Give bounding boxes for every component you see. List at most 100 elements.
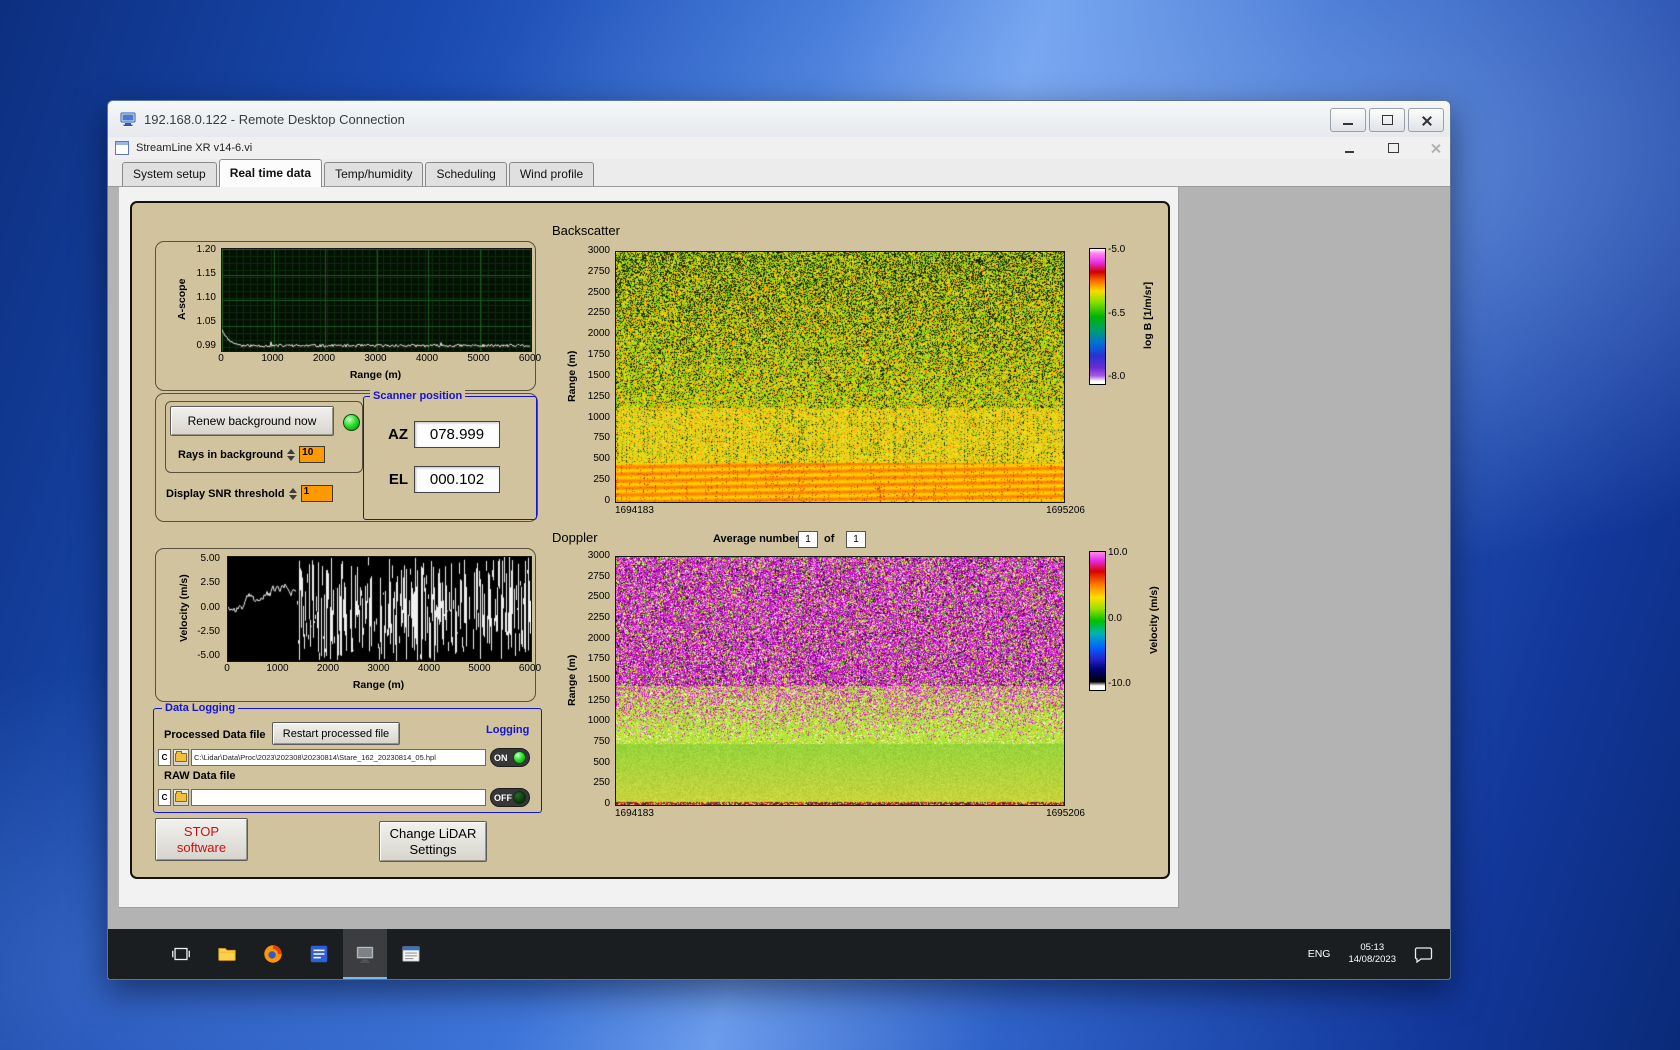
snr-value-field[interactable]: 1 — [300, 485, 333, 502]
velocity-plot — [227, 556, 532, 662]
notification-center-icon[interactable] — [1414, 946, 1433, 963]
tick-label: 1000 — [266, 663, 289, 674]
tab[interactable]: System setup — [122, 162, 217, 186]
browse-processed-file-button[interactable] — [173, 749, 189, 766]
processed-path-field[interactable]: C:\Lidar\Data\Proc\2023\202308\20230814\… — [191, 749, 486, 766]
rdp-minimize-button[interactable] — [1330, 108, 1366, 132]
close-icon — [1431, 143, 1441, 153]
el-value-field[interactable]: 000.102 — [414, 466, 500, 493]
scanner-position-title: Scanner position — [370, 390, 466, 402]
tick-label: -6.5 — [1108, 307, 1126, 319]
processed-logging-toggle[interactable]: ON — [490, 748, 530, 767]
doppler-x-labels: 1694183 1695206 — [615, 809, 1085, 819]
tick-label: 0 — [604, 797, 610, 809]
folder-icon — [175, 791, 187, 802]
tab-label: Wind profile — [519, 167, 584, 181]
ascope-x-ticks: 0 1000 2000 3000 4000 5000 6000 — [206, 354, 545, 364]
tab[interactable]: Real time data — [218, 159, 323, 187]
ascope-x-axis-label: Range (m) — [349, 369, 402, 381]
tick-label: -5.0 — [1108, 244, 1126, 255]
firefox-icon — [264, 945, 282, 963]
app-minimize-button[interactable] — [1342, 141, 1356, 155]
backscatter-title: Backscatter — [552, 223, 620, 238]
tick-label: 0 — [224, 663, 230, 674]
tick-label: 500 — [593, 756, 610, 768]
tick-label: 0 — [604, 494, 610, 506]
restore-icon — [1387, 141, 1401, 153]
tick-label: 1.20 — [196, 244, 216, 255]
app-window-icon — [356, 946, 374, 963]
raw-path-row: C — [158, 789, 486, 806]
taskbar-scheduler-button[interactable] — [389, 929, 433, 979]
az-value-field[interactable]: 078.999 — [414, 421, 500, 448]
tab[interactable]: Temp/humidity — [324, 162, 424, 186]
renew-background-button[interactable]: Renew background now — [170, 406, 334, 436]
folder-icon — [175, 751, 187, 762]
tab[interactable]: Wind profile — [508, 162, 595, 186]
average-number-field[interactable]: 1 — [798, 531, 818, 548]
ascope-plot — [221, 248, 532, 352]
scanner-position-box: Scanner position AZ 078.999 EL 000.102 — [363, 390, 537, 520]
rdp-titlebar[interactable]: 192.168.0.122 - Remote Desktop Connectio… — [108, 101, 1450, 138]
taskbar-clock[interactable]: 05:13 14/08/2023 — [1348, 942, 1396, 966]
doppler-colorbar-label: Velocity (m/s) — [1148, 586, 1160, 654]
taskbar-language-indicator[interactable]: ENG — [1308, 948, 1331, 960]
rays-spinner[interactable] — [286, 447, 296, 463]
rays-in-background-label: Rays in background — [178, 448, 284, 461]
decrement-icon — [287, 455, 296, 461]
stop-software-button[interactable]: STOP software — [155, 818, 248, 861]
taskbar-task-view-button[interactable] — [159, 929, 203, 979]
taskbar-streamline-app-button[interactable] — [343, 929, 387, 979]
tick-label: 750 — [593, 432, 610, 444]
ascope-y-ticks: 1.20 1.15 1.10 1.05 0.99 — [170, 245, 216, 351]
tick-label: 1500 — [587, 673, 610, 685]
tick-label: 3000 — [587, 245, 610, 256]
tab-label: Real time data — [229, 166, 312, 180]
rdp-window-controls — [1330, 108, 1444, 132]
tab-bar: System setup Real time data Temp/humidity S… — [108, 159, 1450, 187]
snr-spinner[interactable] — [288, 486, 298, 502]
tick-label: -2.50 — [197, 625, 220, 637]
restart-processed-file-button[interactable]: Restart processed file — [272, 722, 400, 745]
raw-path-field[interactable] — [191, 789, 486, 806]
task-view-icon — [172, 947, 190, 961]
raw-logging-toggle[interactable]: OFF — [490, 788, 530, 807]
rdp-maximize-button[interactable] — [1369, 108, 1405, 132]
backscatter-y-ticks: 3000 2750 2500 2250 2000 1750 1500 1250 1000 750 5… — [564, 246, 610, 506]
app-restore-button[interactable] — [1386, 141, 1401, 155]
change-lidar-settings-button[interactable]: Change LiDAR Settings — [379, 821, 487, 862]
taskbar-notes-app-button[interactable] — [297, 929, 341, 979]
data-logging-title: Data Logging — [162, 702, 239, 714]
app-close-button[interactable] — [1429, 141, 1443, 155]
notes-app-icon — [310, 945, 328, 963]
tick-label: 0 — [218, 353, 224, 364]
tick-label: 2250 — [587, 307, 610, 319]
tick-label: 2500 — [587, 286, 610, 298]
rdp-close-button[interactable] — [1408, 108, 1444, 132]
tick-label: 1750 — [587, 653, 610, 665]
tab[interactable]: Scheduling — [425, 162, 507, 186]
tab-label: Temp/humidity — [335, 167, 413, 181]
el-label: EL — [388, 471, 408, 488]
rdp-window-title: 192.168.0.122 - Remote Desktop Connectio… — [144, 111, 405, 127]
tick-label: 2250 — [587, 611, 610, 623]
taskbar-tray: ENG 05:13 14/08/2023 — [1308, 929, 1433, 979]
taskbar-firefox-button[interactable] — [251, 929, 295, 979]
file-explorer-icon — [218, 948, 236, 961]
app-titlebar[interactable]: StreamLine XR v14-6.vi — [108, 137, 1450, 160]
change-button-line2: Settings — [409, 841, 457, 857]
browse-raw-file-button[interactable] — [173, 789, 189, 806]
doppler-colorbar-ticks: 10.0 0.0 -10.0 — [1108, 548, 1131, 689]
el-row: EL 000.102 — [382, 466, 500, 493]
average-count-field[interactable]: 1 — [846, 531, 866, 548]
of-label: of — [824, 533, 835, 545]
drive-letter-box: C — [158, 749, 171, 766]
minimize-icon — [1343, 123, 1353, 125]
tick-label: 1250 — [587, 694, 610, 706]
tick-label: 6000 — [518, 353, 542, 364]
taskbar-file-explorer-button[interactable] — [205, 929, 249, 979]
tick-label: 1000 — [587, 411, 610, 423]
doppler-x-start: 1694183 — [615, 808, 654, 819]
rays-value-field[interactable]: 10 — [299, 446, 326, 463]
drive-letter-box: C — [158, 789, 171, 806]
